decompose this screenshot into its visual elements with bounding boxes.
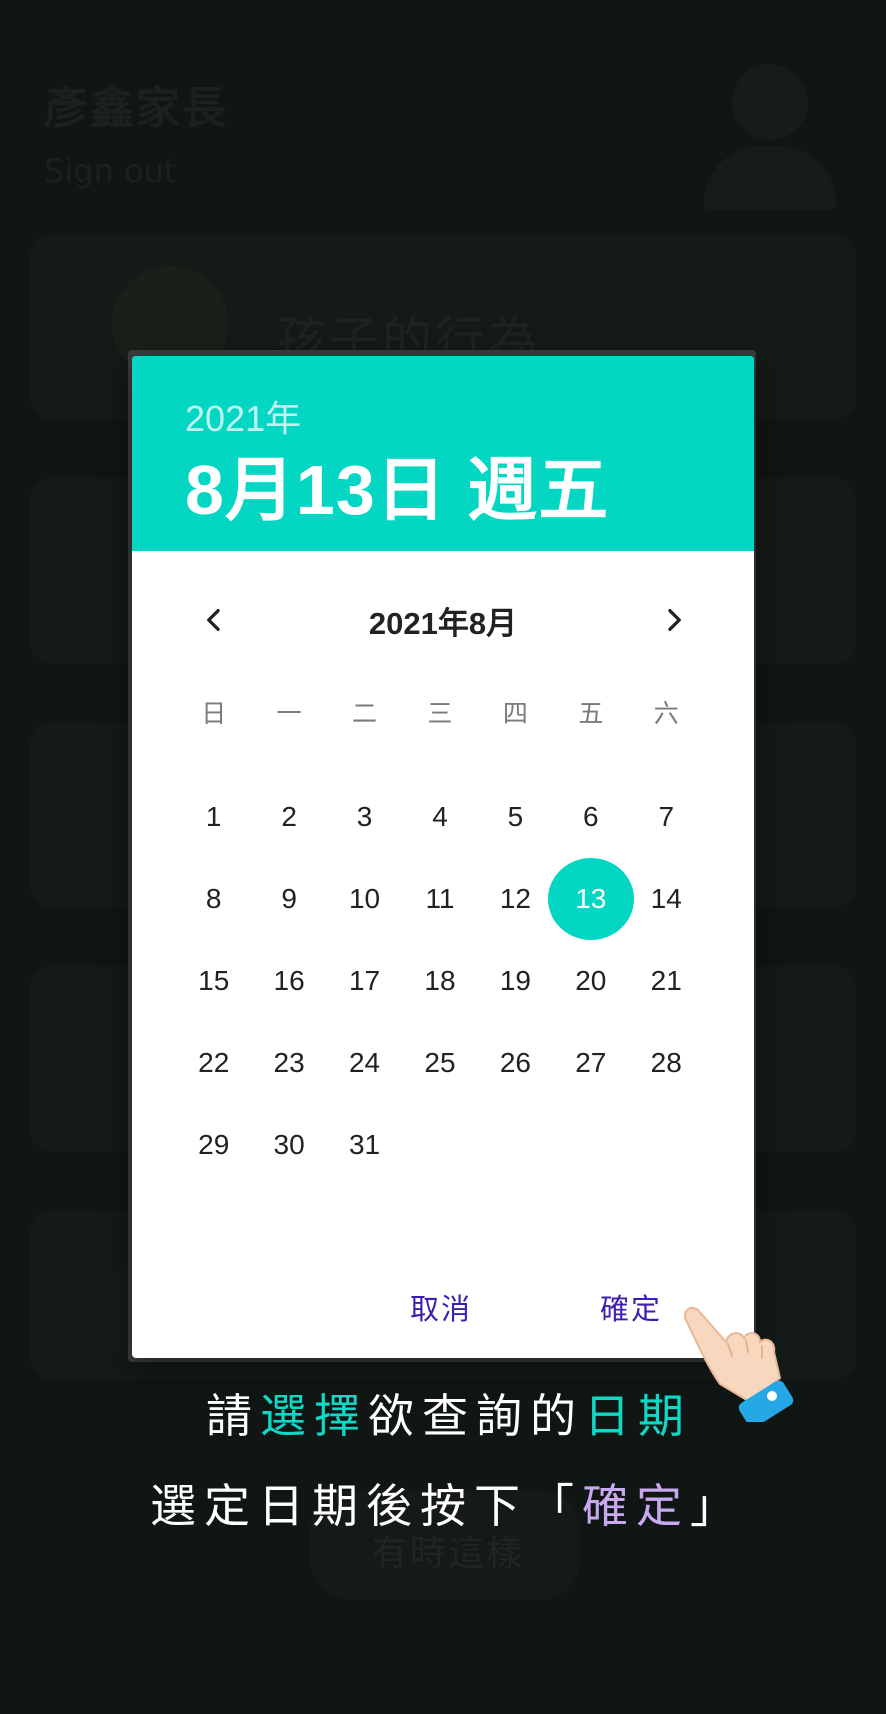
day-number: 11 bbox=[425, 883, 455, 914]
weekday-label: 二 bbox=[352, 699, 378, 728]
day-cell[interactable]: 28 bbox=[629, 1022, 704, 1104]
day-number: 7 bbox=[658, 801, 675, 832]
day-number: 10 bbox=[348, 883, 381, 914]
day-number: 31 bbox=[348, 1129, 381, 1160]
selected-day-cell[interactable]: 13 bbox=[547, 858, 635, 940]
day-number: 20 bbox=[575, 965, 607, 996]
weekday-label: 日 bbox=[201, 699, 227, 728]
day-number: 17 bbox=[348, 965, 381, 996]
day-cell[interactable]: 16 bbox=[251, 940, 326, 1022]
day-cell[interactable]: 1 bbox=[176, 776, 251, 858]
day-cell[interactable]: 27 bbox=[553, 1022, 628, 1104]
instruction-text: 欲查詢的 bbox=[368, 1389, 584, 1443]
day-number: 6 bbox=[583, 801, 599, 832]
day-number: 8 bbox=[205, 883, 222, 914]
weekday-label: 一 bbox=[276, 699, 302, 728]
day-number: 22 bbox=[198, 1047, 230, 1078]
day-cell[interactable]: 7 bbox=[629, 776, 704, 858]
day-number: 4 bbox=[432, 801, 448, 832]
day-number: 19 bbox=[499, 965, 531, 996]
day-cell[interactable]: 2 bbox=[251, 776, 326, 858]
day-cell[interactable]: 21 bbox=[629, 940, 704, 1022]
day-number: 16 bbox=[273, 965, 305, 996]
chevron-right-icon bbox=[668, 609, 681, 631]
day-number: 28 bbox=[650, 1047, 682, 1078]
instruction-text: 選定日期後按下「 bbox=[150, 1479, 582, 1533]
instruction-line-1: 請選擇欲查詢的日期 bbox=[0, 1380, 886, 1446]
day-number: 14 bbox=[650, 883, 682, 914]
day-cell[interactable]: 3 bbox=[327, 776, 402, 858]
instruction-highlight: 確定 bbox=[582, 1479, 690, 1533]
day-cell[interactable]: 19 bbox=[478, 940, 553, 1022]
day-cell[interactable]: 31 bbox=[327, 1104, 402, 1186]
day-cell[interactable]: 23 bbox=[251, 1022, 326, 1104]
next-month-button[interactable] bbox=[650, 596, 698, 644]
instruction-highlight: 選擇 bbox=[260, 1389, 368, 1443]
sign-out-link[interactable]: Sign out bbox=[44, 152, 176, 190]
instruction-line-2: 選定日期後按下「確定」 bbox=[0, 1470, 886, 1536]
day-cell[interactable]: 26 bbox=[478, 1022, 553, 1104]
day-cell[interactable]: 25 bbox=[402, 1022, 477, 1104]
weekday-label: 四 bbox=[502, 699, 528, 728]
day-number: 29 bbox=[198, 1129, 230, 1160]
day-cell[interactable]: 5 bbox=[478, 776, 553, 858]
day-number: 23 bbox=[273, 1047, 305, 1078]
day-number: 18 bbox=[424, 965, 456, 996]
calendar-day-grid: 1 2 3 4 5 6 7 8 9 10 11 12 13 14 15 16 17 18 19 20 21 22 23 24 2… bbox=[176, 776, 704, 1186]
day-cell[interactable]: 4 bbox=[402, 776, 477, 858]
day-number: 1 bbox=[205, 801, 222, 832]
day-number: 30 bbox=[273, 1129, 305, 1160]
day-number: 24 bbox=[348, 1047, 381, 1078]
day-cell[interactable]: 29 bbox=[176, 1104, 251, 1186]
instruction-highlight: 日期 bbox=[584, 1389, 692, 1443]
day-number: 9 bbox=[281, 883, 297, 914]
day-number: 26 bbox=[499, 1047, 531, 1078]
day-number: 13 bbox=[575, 883, 607, 914]
day-cell[interactable]: 8 bbox=[176, 858, 251, 940]
chevron-left-icon bbox=[207, 609, 220, 631]
day-cell[interactable]: 15 bbox=[176, 940, 251, 1022]
day-cell[interactable]: 14 bbox=[629, 858, 704, 940]
weekday-label: 三 bbox=[427, 699, 453, 728]
day-cell[interactable]: 30 bbox=[251, 1104, 326, 1186]
previous-month-button[interactable] bbox=[190, 596, 238, 644]
day-number: 21 bbox=[650, 965, 682, 996]
day-cell[interactable]: 9 bbox=[251, 858, 326, 940]
confirm-button[interactable]: 確定 bbox=[600, 1284, 662, 1334]
day-cell[interactable]: 17 bbox=[327, 940, 402, 1022]
day-cell[interactable]: 18 bbox=[402, 940, 477, 1022]
instruction-text: 」 bbox=[690, 1479, 744, 1533]
day-cell[interactable]: 6 bbox=[553, 776, 628, 858]
day-cell[interactable]: 11 bbox=[402, 858, 477, 940]
weekday-label: 六 bbox=[653, 699, 679, 728]
day-number: 25 bbox=[424, 1047, 456, 1078]
day-cell[interactable]: 10 bbox=[327, 858, 402, 940]
date-picker-dialog: 2021年 8月13日 週五 2021年8月 日 一 二 三 四 五 六 123… bbox=[132, 356, 754, 1358]
day-number: 12 bbox=[499, 883, 531, 914]
day-cell[interactable]: 20 bbox=[553, 940, 628, 1022]
day-cell[interactable]: 24 bbox=[327, 1022, 402, 1104]
cancel-button[interactable]: 取消 bbox=[410, 1284, 472, 1334]
parent-name-title: 彥鑫家長 bbox=[44, 83, 228, 134]
date-picker-header: 2021年 8月13日 週五 bbox=[132, 356, 754, 551]
user-avatar-icon[interactable] bbox=[700, 60, 840, 210]
day-number: 5 bbox=[507, 801, 524, 832]
day-number: 27 bbox=[575, 1047, 607, 1078]
header-selected-date[interactable]: 8月13日 週五 bbox=[185, 434, 609, 535]
instruction-text: 請 bbox=[206, 1389, 260, 1443]
day-number: 15 bbox=[198, 965, 230, 996]
weekday-header-row: 日 一 二 三 四 五 六 bbox=[176, 694, 704, 734]
weekday-label: 五 bbox=[578, 699, 604, 728]
day-number: 3 bbox=[356, 801, 373, 832]
day-cell[interactable]: 22 bbox=[176, 1022, 251, 1104]
day-cell[interactable]: 12 bbox=[478, 858, 553, 940]
day-number: 2 bbox=[281, 801, 297, 832]
